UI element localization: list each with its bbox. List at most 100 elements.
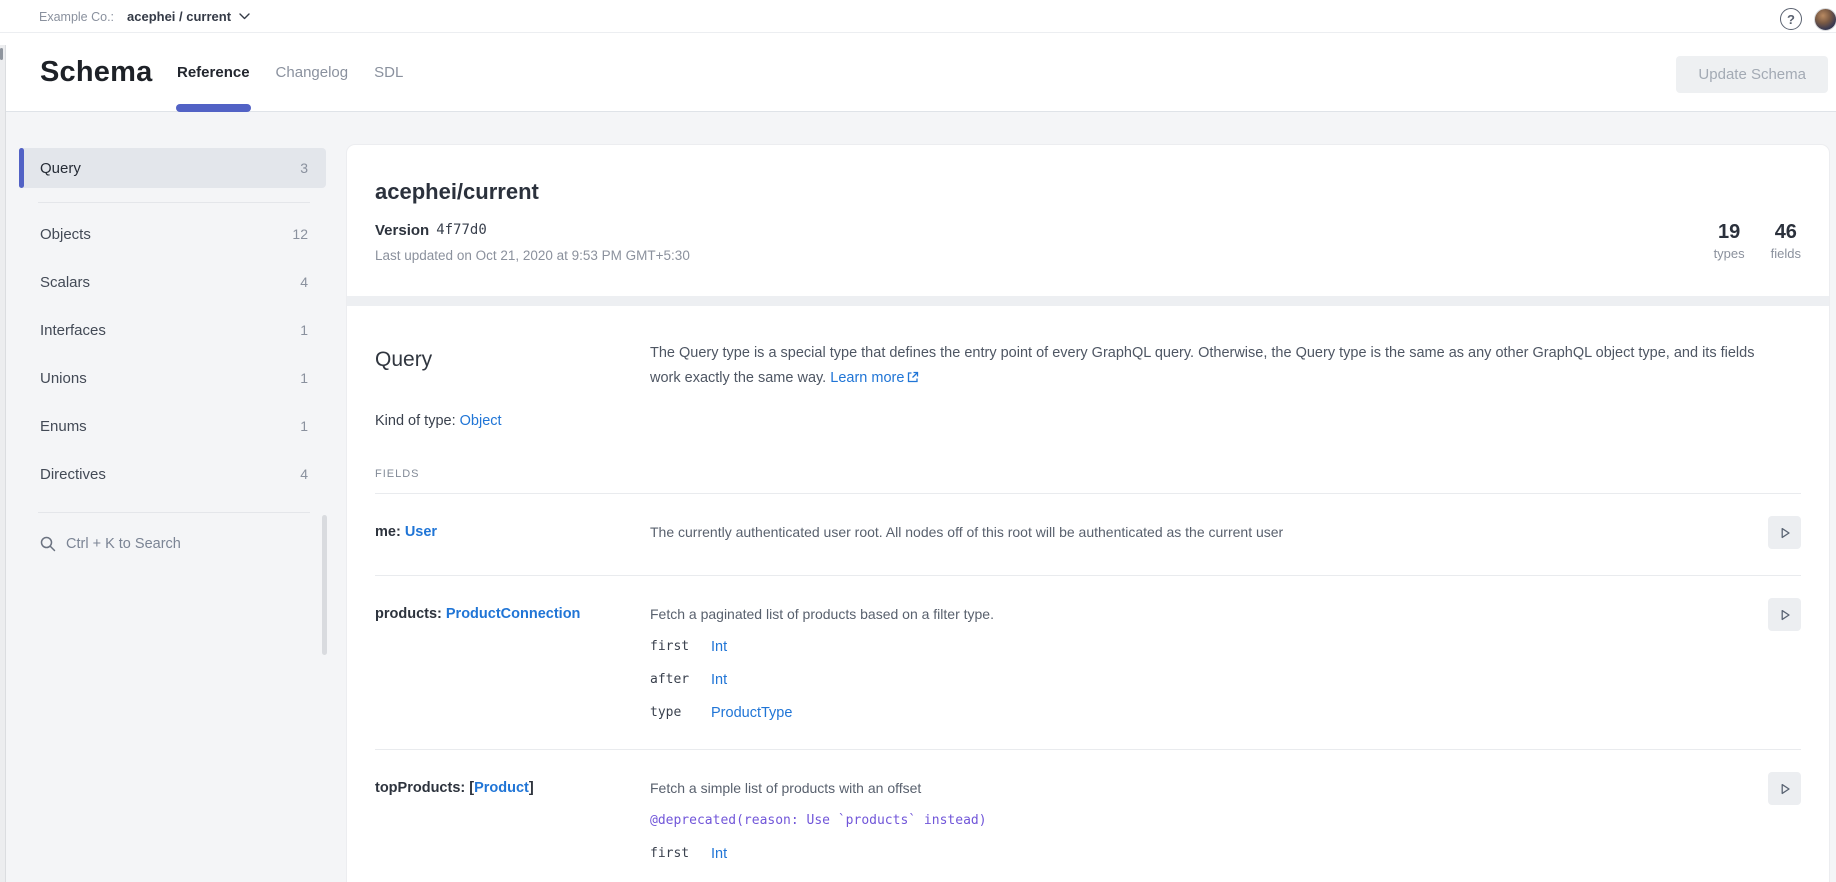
field-type-link[interactable]: User	[405, 524, 437, 540]
sidebar-item-query[interactable]: Query 3	[19, 148, 326, 188]
field-description: Fetch a paginated list of products based…	[650, 604, 1768, 624]
stat-label: fields	[1771, 243, 1801, 265]
graph-selector[interactable]: acephei / current	[127, 0, 250, 33]
field-actions	[1768, 778, 1801, 864]
sidebar-item-label: Directives	[40, 466, 106, 483]
argument-name: first	[650, 844, 711, 864]
graph-selector-label: acephei / current	[127, 9, 231, 24]
sidebar-item-directives[interactable]: Directives 4	[19, 450, 326, 498]
type-description: The Query type is a special type that de…	[650, 341, 1770, 390]
graph-title: acephei/current	[375, 178, 539, 206]
field-name: topProducts: [Product]	[375, 778, 650, 864]
chevron-down-icon	[239, 13, 250, 20]
field-type-link[interactable]: ProductConnection	[446, 606, 581, 622]
schema-sidebar: Query3Objects12Scalars4Interfaces1Unions…	[19, 148, 326, 568]
deprecated-annotation: @deprecated(reason: Use `products` inste…	[650, 811, 1768, 831]
run-in-explorer-button[interactable]	[1768, 598, 1801, 631]
sidebar-item-count: 12	[292, 226, 308, 242]
kind-of-type: Kind of type: Object	[375, 413, 502, 429]
field-argument: firstInt	[650, 844, 1768, 864]
type-name: Query	[375, 348, 432, 372]
sidebar-item-label: Objects	[40, 226, 91, 243]
window-scrollbar[interactable]	[0, 45, 6, 882]
kind-label: Kind of type:	[375, 413, 460, 429]
field-description: Fetch a simple list of products with an …	[650, 778, 1768, 798]
argument-name: after	[650, 670, 711, 690]
field-name-text: me:	[375, 524, 405, 540]
field-argument: firstInt	[650, 637, 1768, 657]
active-accent-bar	[19, 148, 24, 188]
schema-card: acephei/current Version 4f77d0 Last upda…	[347, 145, 1829, 882]
page-header: Schema Reference Changelog SDL Update Sche…	[0, 33, 1836, 112]
search-icon	[40, 536, 56, 552]
stat-types: 19types	[1714, 221, 1745, 265]
org-label: Example Co.:	[39, 0, 114, 33]
window-scrollbar-thumb[interactable]	[0, 48, 3, 60]
field-description: The currently authenticated user root. A…	[650, 522, 1768, 542]
tab-bar: Reference Changelog SDL	[176, 33, 428, 112]
schema-page: Example Co.: acephei / current ? Schema …	[0, 0, 1836, 882]
sidebar-item-count: 1	[300, 370, 308, 386]
content-area: Query3Objects12Scalars4Interfaces1Unions…	[0, 112, 1836, 882]
sidebar-item-count: 4	[300, 274, 308, 290]
play-icon	[1778, 782, 1792, 796]
fields-label: FIELDS	[375, 468, 420, 480]
learn-more-link[interactable]: Learn more	[830, 370, 904, 386]
argument-type-link[interactable]: Int	[711, 670, 1768, 690]
sidebar-item-label: Enums	[40, 418, 87, 435]
play-icon	[1778, 526, 1792, 540]
last-updated: Last updated on Oct 21, 2020 at 9:53 PM …	[375, 248, 690, 263]
play-icon	[1778, 608, 1792, 622]
section-divider-band	[347, 296, 1829, 306]
sidebar-scrollbar-thumb[interactable]	[322, 515, 327, 655]
field-actions	[1768, 604, 1801, 723]
field-details: Fetch a paginated list of products based…	[650, 604, 1768, 723]
stat-value: 46	[1771, 221, 1801, 243]
field-argument: typeProductType	[650, 703, 1768, 723]
schema-stats: 19types 46fields	[1714, 221, 1801, 265]
sidebar-item-objects[interactable]: Objects 12	[19, 210, 326, 258]
stat-label: types	[1714, 243, 1745, 265]
sidebar-item-count: 3	[300, 160, 308, 176]
field-row: topProducts: [Product]Fetch a simple lis…	[375, 750, 1801, 882]
field-name: products: ProductConnection	[375, 604, 650, 723]
sidebar-item-label: Query	[40, 160, 81, 177]
type-description-text: The Query type is a special type that de…	[650, 345, 1754, 386]
sidebar-item-label: Scalars	[40, 274, 90, 291]
sidebar-search[interactable]: Ctrl + K to Search	[19, 520, 326, 568]
argument-type-link[interactable]: ProductType	[711, 703, 1768, 723]
sidebar-item-scalars[interactable]: Scalars 4	[19, 258, 326, 306]
sidebar-item-count: 1	[300, 418, 308, 434]
argument-type-link[interactable]: Int	[711, 637, 1768, 657]
update-schema-button[interactable]: Update Schema	[1676, 56, 1828, 93]
run-in-explorer-button[interactable]	[1768, 772, 1801, 805]
help-icon[interactable]: ?	[1780, 8, 1802, 30]
sidebar-item-count: 1	[300, 322, 308, 338]
sidebar-item-enums[interactable]: Enums 1	[19, 402, 326, 450]
user-avatar[interactable]	[1814, 8, 1836, 31]
page-title: Schema	[40, 33, 152, 112]
tab-changelog[interactable]: Changelog	[275, 33, 350, 112]
version-label: Version	[375, 222, 429, 239]
version-value: 4f77d0	[436, 222, 487, 238]
sidebar-item-label: Unions	[40, 370, 87, 387]
fields-list: me: User The currently authenticated user…	[375, 493, 1801, 882]
field-type-link[interactable]: Product	[474, 780, 529, 796]
sidebar-item-interfaces[interactable]: Interfaces 1	[19, 306, 326, 354]
sidebar-item-unions[interactable]: Unions 1	[19, 354, 326, 402]
sidebar-item-count: 4	[300, 466, 308, 482]
field-type-suffix: ]	[529, 780, 534, 796]
external-link-icon	[907, 371, 919, 383]
tab-sdl[interactable]: SDL	[373, 33, 404, 112]
run-in-explorer-button[interactable]	[1768, 516, 1801, 549]
argument-type-link[interactable]: Int	[711, 844, 1768, 864]
argument-name: type	[650, 703, 711, 723]
stat-value: 19	[1714, 221, 1745, 243]
kind-value-link[interactable]: Object	[460, 413, 502, 429]
field-details: Fetch a simple list of products with an …	[650, 778, 1768, 864]
field-actions	[1768, 522, 1801, 549]
tab-reference[interactable]: Reference	[176, 33, 251, 112]
argument-name: first	[650, 637, 711, 657]
sidebar-item-label: Interfaces	[40, 322, 106, 339]
top-bar: Example Co.: acephei / current ?	[0, 0, 1836, 33]
